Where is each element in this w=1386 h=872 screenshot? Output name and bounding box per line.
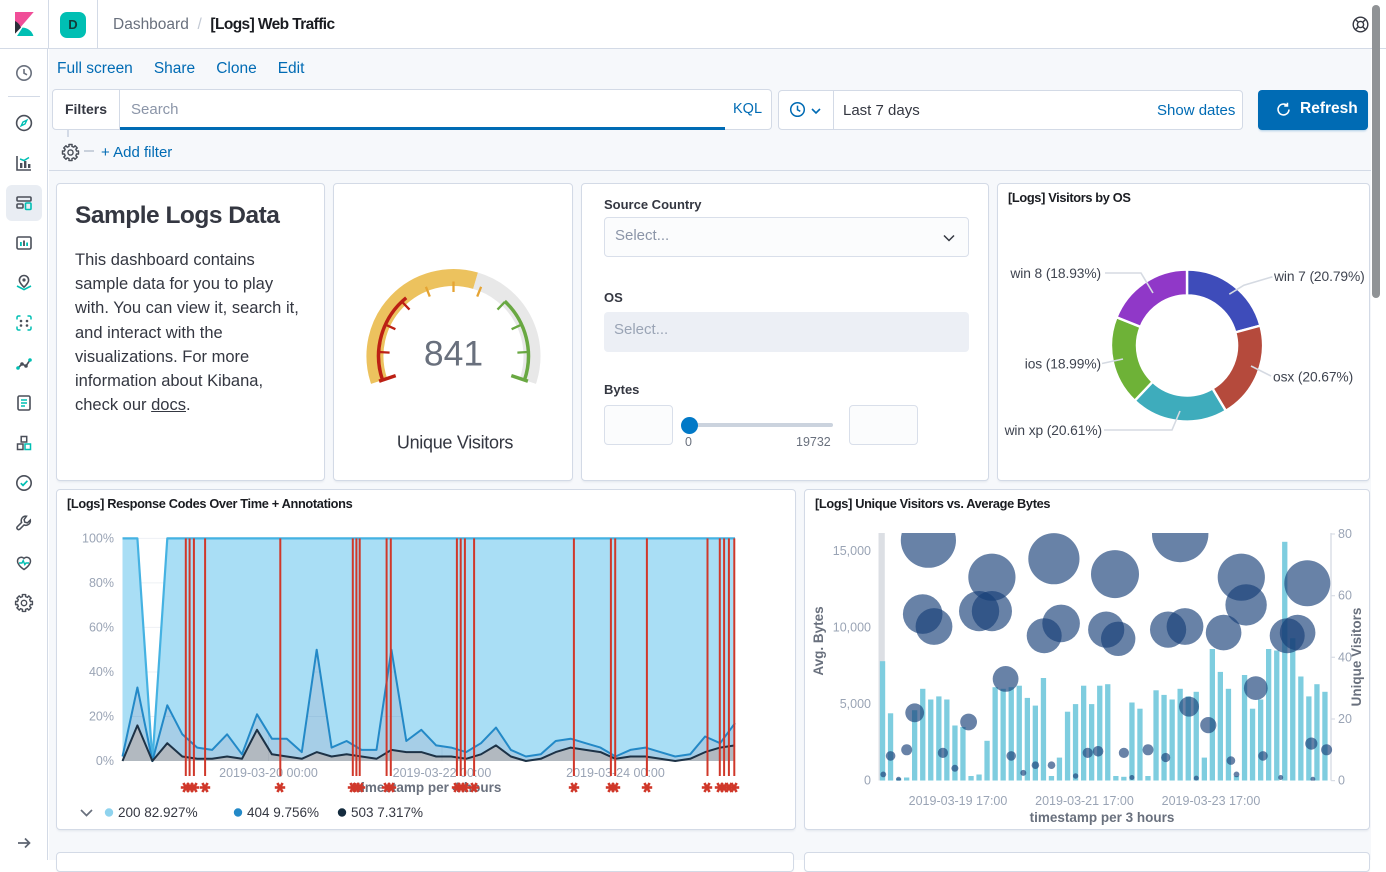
svg-text:0%: 0%	[96, 754, 114, 768]
svg-text:20: 20	[1338, 712, 1352, 726]
svg-text:win xp (20.61%): win xp (20.61%)	[1004, 423, 1102, 438]
svg-text:2019-03-23 17:00: 2019-03-23 17:00	[1162, 794, 1261, 808]
svg-text:80%: 80%	[89, 576, 114, 590]
svg-text:404 9.756%: 404 9.756%	[247, 805, 319, 820]
svg-text:Avg. Bytes: Avg. Bytes	[811, 606, 826, 675]
svg-text:Unique Visitors: Unique Visitors	[1349, 608, 1364, 707]
svg-text:60%: 60%	[89, 620, 114, 634]
svg-text:osx (20.67%): osx (20.67%)	[1273, 370, 1353, 385]
svg-text:2019-03-20 00:00: 2019-03-20 00:00	[219, 766, 318, 780]
svg-text:2019-03-21 17:00: 2019-03-21 17:00	[1035, 794, 1134, 808]
svg-text:5,000: 5,000	[840, 697, 871, 711]
svg-text:100%: 100%	[82, 531, 114, 545]
svg-text:60: 60	[1338, 589, 1352, 603]
svg-text:15,000: 15,000	[833, 544, 871, 558]
svg-text:timestamp per 4 hours: timestamp per 4 hours	[357, 780, 502, 795]
svg-text:40%: 40%	[89, 665, 114, 679]
svg-text:win 8 (18.93%): win 8 (18.93%)	[1009, 266, 1101, 281]
svg-text:ios (18.99%): ios (18.99%)	[1025, 357, 1101, 372]
svg-text:841: 841	[424, 334, 483, 374]
svg-text:timestamp per 3 hours: timestamp per 3 hours	[1030, 810, 1175, 825]
svg-text:80: 80	[1338, 527, 1352, 541]
svg-text:20%: 20%	[89, 710, 114, 724]
svg-text:503 7.317%: 503 7.317%	[351, 805, 423, 820]
svg-text:10,000: 10,000	[833, 621, 871, 635]
svg-text:0: 0	[1338, 774, 1345, 788]
svg-text:2019-03-22 00:00: 2019-03-22 00:00	[393, 766, 492, 780]
svg-text:0: 0	[864, 774, 871, 788]
svg-text:Unique Visitors: Unique Visitors	[397, 433, 514, 453]
svg-text:200 82.927%: 200 82.927%	[118, 805, 198, 820]
svg-text:2019-03-19 17:00: 2019-03-19 17:00	[909, 794, 1008, 808]
svg-text:win 7 (20.79%): win 7 (20.79%)	[1273, 269, 1365, 284]
